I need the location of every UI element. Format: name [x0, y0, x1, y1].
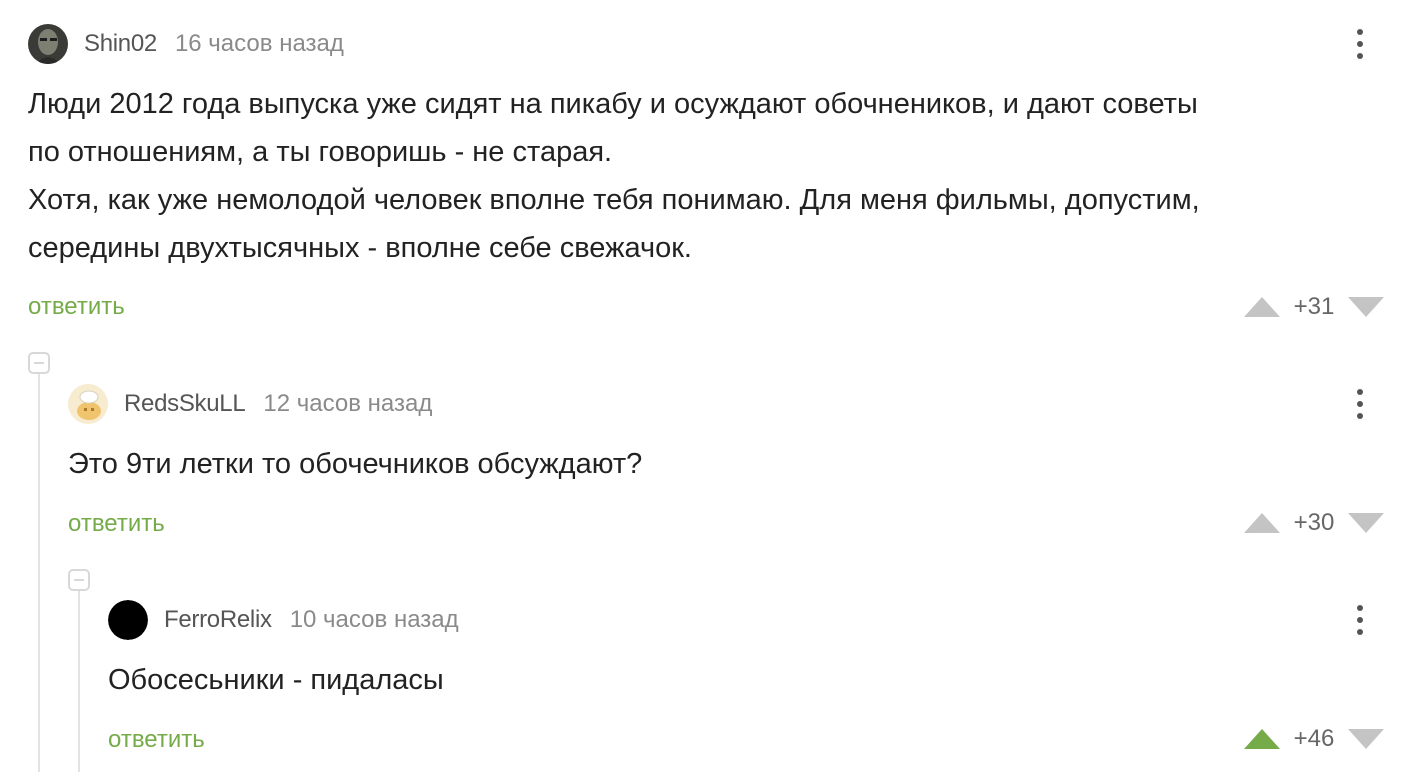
- reply-button[interactable]: ответить: [28, 293, 125, 321]
- upvote-arrow-icon[interactable]: [1244, 729, 1280, 749]
- more-options-icon[interactable]: [1350, 24, 1370, 64]
- rating-score: +30: [1293, 509, 1335, 536]
- timestamp: 10 часов назад: [289, 606, 459, 633]
- upvote-arrow-icon[interactable]: [1244, 513, 1280, 533]
- rating-score: +46: [1293, 725, 1335, 752]
- thread-line-level-1: [38, 372, 40, 772]
- thread-line-level-2: [78, 590, 80, 772]
- timestamp: 16 часов назад: [174, 30, 344, 57]
- comment-header: FerroRelix 10 часов назад: [108, 600, 459, 640]
- upvote-arrow-icon[interactable]: [1244, 297, 1280, 317]
- comment-line: Люди 2012 года выпуска уже сидят на пика…: [28, 88, 1198, 120]
- comment-header: Shin02 16 часов назад: [28, 24, 344, 64]
- vote-controls: +30: [1244, 508, 1384, 538]
- username[interactable]: Shin02: [84, 30, 157, 58]
- comment-line: Обосесьники - пидаласы: [108, 664, 444, 696]
- avatar[interactable]: [108, 600, 148, 640]
- vote-controls: +46: [1244, 724, 1384, 754]
- collapse-thread-button[interactable]: [68, 569, 90, 591]
- reply-button[interactable]: ответить: [68, 510, 165, 538]
- comment-line: Хотя, как уже немолодой человек вполне т…: [28, 184, 1200, 216]
- vote-controls: +31: [1244, 292, 1384, 322]
- downvote-arrow-icon[interactable]: [1348, 729, 1384, 749]
- collapse-thread-button[interactable]: [28, 352, 50, 374]
- username[interactable]: RedsSkuLL: [124, 390, 246, 418]
- comment-line: по отношениям, а ты говоришь - не старая…: [28, 136, 613, 168]
- comment-text: Это 9ти летки то обочечников обсуждают?: [68, 440, 642, 488]
- avatar[interactable]: [68, 384, 108, 424]
- downvote-arrow-icon[interactable]: [1348, 297, 1384, 317]
- reply-button[interactable]: ответить: [108, 726, 205, 754]
- more-options-icon[interactable]: [1350, 384, 1370, 424]
- avatar[interactable]: [28, 24, 68, 64]
- rating-score: +31: [1293, 293, 1335, 320]
- username[interactable]: FerroRelix: [164, 606, 272, 634]
- comment-text: Обосесьники - пидаласы: [108, 656, 444, 704]
- timestamp: 12 часов назад: [263, 390, 433, 417]
- comment-text: Люди 2012 года выпуска уже сидят на пика…: [28, 80, 1200, 272]
- more-options-icon[interactable]: [1350, 600, 1370, 640]
- downvote-arrow-icon[interactable]: [1348, 513, 1384, 533]
- comment-line: Это 9ти летки то обочечников обсуждают?: [68, 448, 643, 480]
- comment-line: середины двухтысячных - вполне себе свеж…: [28, 232, 692, 264]
- comment-header: RedsSkuLL 12 часов назад: [68, 384, 432, 424]
